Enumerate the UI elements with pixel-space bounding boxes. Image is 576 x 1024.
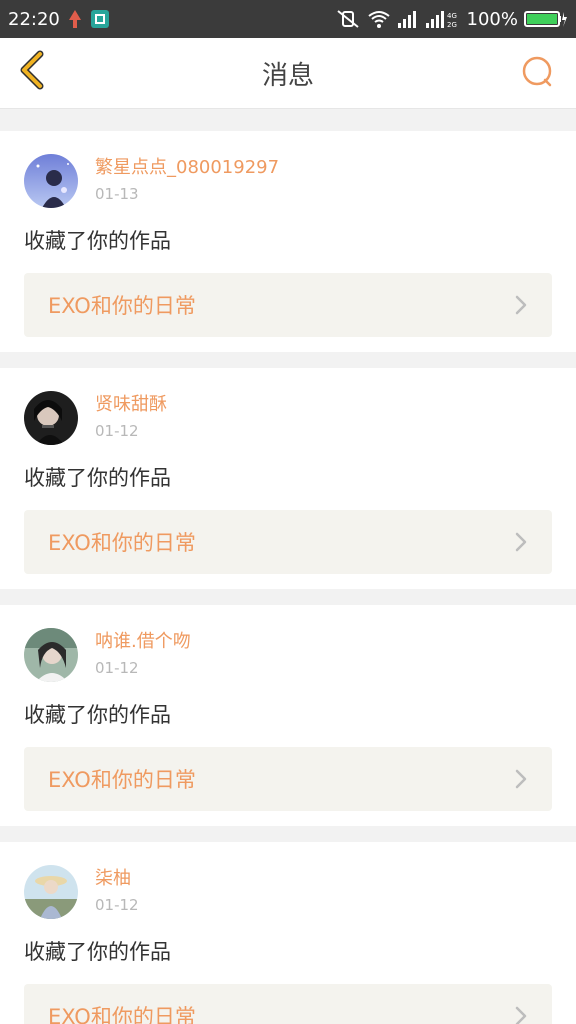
work-link[interactable]: EXO和你的日常 <box>24 747 552 811</box>
message-meta: 繁星点点_080019297 01-13 <box>95 156 279 206</box>
chevron-right-icon <box>514 531 528 553</box>
work-link[interactable]: EXO和你的日常 <box>24 984 552 1024</box>
message-date: 01-12 <box>95 896 139 914</box>
search-icon <box>521 55 555 93</box>
message-meta: 柒柚 01-12 <box>95 867 139 917</box>
avatar[interactable] <box>24 628 78 682</box>
battery-percent: 100% <box>466 8 518 30</box>
message-card: 呐谁.借个吻 01-12 收藏了你的作品 EXO和你的日常 <box>0 605 576 826</box>
username[interactable]: 繁星点点_080019297 <box>95 156 279 180</box>
svg-text:2G: 2G <box>447 21 457 29</box>
work-title: EXO和你的日常 <box>48 768 196 792</box>
avatar[interactable] <box>24 154 78 208</box>
message-list: 繁星点点_080019297 01-13 收藏了你的作品 EXO和你的日常 贤味… <box>0 109 576 1024</box>
work-title: EXO和你的日常 <box>48 1005 196 1024</box>
search-button[interactable] <box>518 54 558 94</box>
vibrate-off-icon <box>335 9 361 29</box>
message-card: 繁星点点_080019297 01-13 收藏了你的作品 EXO和你的日常 <box>0 131 576 352</box>
username[interactable]: 贤味甜酥 <box>95 393 167 417</box>
chevron-left-icon <box>18 50 46 94</box>
status-left: 22:20 <box>8 9 110 30</box>
message-action: 收藏了你的作品 <box>24 466 171 490</box>
status-time: 22:20 <box>8 8 60 30</box>
svg-text:4G: 4G <box>447 12 457 20</box>
message-header: 柒柚 01-12 <box>24 864 552 920</box>
work-link[interactable]: EXO和你的日常 <box>24 510 552 574</box>
message-header: 呐谁.借个吻 01-12 <box>24 627 552 683</box>
signal-4g-icon: 4G 2G <box>425 9 461 29</box>
wifi-icon <box>367 9 391 29</box>
username[interactable]: 呐谁.借个吻 <box>95 630 191 654</box>
battery-icon <box>524 9 568 29</box>
page-title: 消息 <box>261 60 314 91</box>
message-card: 贤味甜酥 01-12 收藏了你的作品 EXO和你的日常 <box>0 368 576 589</box>
message-date: 01-12 <box>95 659 139 677</box>
tree-icon <box>68 9 82 29</box>
chevron-right-icon <box>514 768 528 790</box>
message-card: 柒柚 01-12 收藏了你的作品 EXO和你的日常 <box>0 842 576 1024</box>
back-button[interactable] <box>12 50 52 94</box>
screenshot-icon <box>90 9 110 29</box>
message-meta: 呐谁.借个吻 01-12 <box>95 630 191 680</box>
chevron-right-icon <box>514 1005 528 1024</box>
avatar[interactable] <box>24 865 78 919</box>
message-header: 贤味甜酥 01-12 <box>24 390 552 446</box>
message-date: 01-13 <box>95 185 139 203</box>
work-link[interactable]: EXO和你的日常 <box>24 273 552 337</box>
message-header: 繁星点点_080019297 01-13 <box>24 153 552 209</box>
status-bar: 22:20 4G 2G 100% <box>0 0 576 38</box>
username[interactable]: 柒柚 <box>95 867 139 891</box>
chevron-right-icon <box>514 294 528 316</box>
message-meta: 贤味甜酥 01-12 <box>95 393 167 443</box>
message-action: 收藏了你的作品 <box>24 940 171 964</box>
status-right: 4G 2G 100% <box>335 9 568 30</box>
avatar[interactable] <box>24 391 78 445</box>
message-action: 收藏了你的作品 <box>24 703 171 727</box>
nav-bar: 消息 <box>0 38 576 109</box>
message-action: 收藏了你的作品 <box>24 229 171 253</box>
work-title: EXO和你的日常 <box>48 531 196 555</box>
work-title: EXO和你的日常 <box>48 294 196 318</box>
message-date: 01-12 <box>95 422 139 440</box>
signal-icon <box>397 9 419 29</box>
